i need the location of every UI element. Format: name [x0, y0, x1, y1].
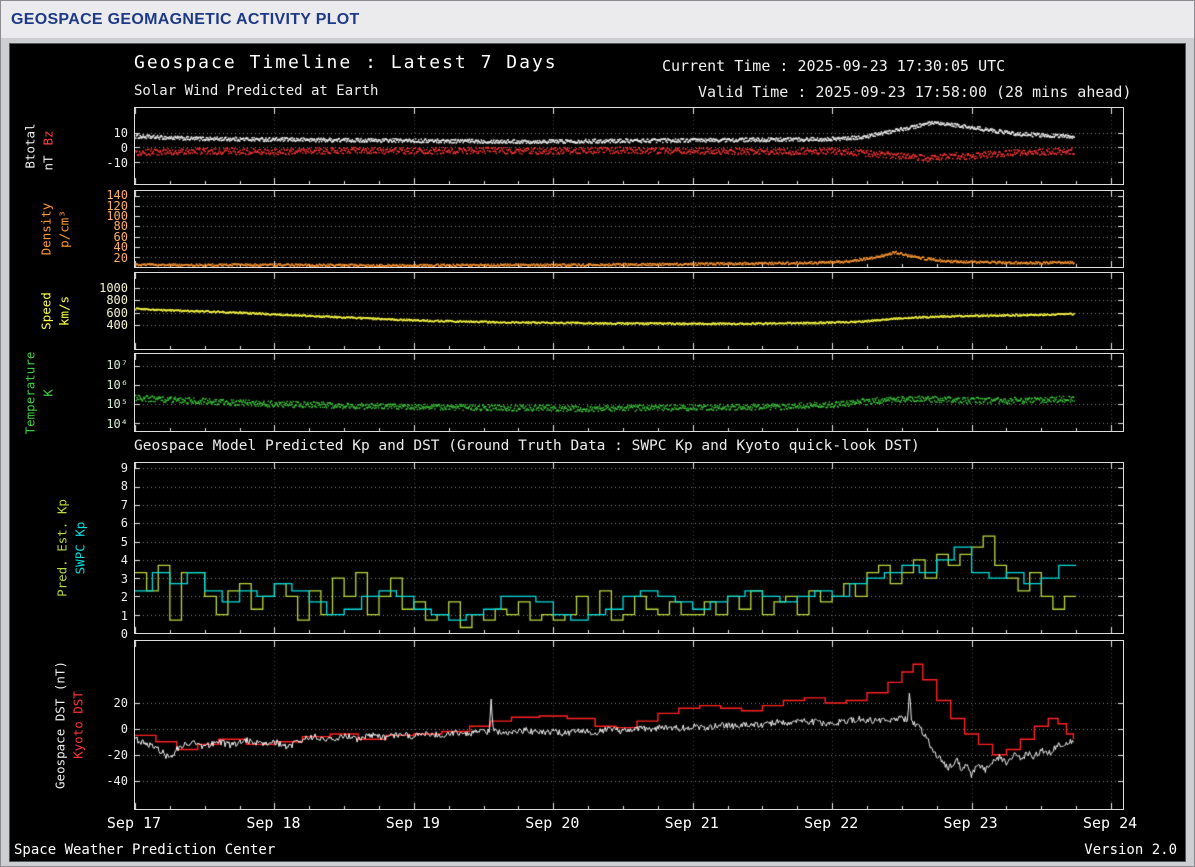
panel-speed	[134, 272, 1124, 350]
panel-imf-canvas	[135, 108, 1123, 184]
panel-dst-canvas	[135, 641, 1123, 809]
panel-dst	[134, 640, 1124, 810]
x-axis-label: Sep 23	[943, 814, 998, 832]
ytick-label-temp: 10⁵	[106, 397, 128, 412]
ylabel-text: Pred. Est. Kp	[54, 499, 70, 597]
ytick-label-imf: 10	[113, 125, 128, 140]
page-title: GEOSPACE GEOMAGNETIC ACTIVITY PLOT	[11, 11, 360, 28]
ylabel-text: Speed	[38, 292, 54, 330]
ytick-label-dst: 20	[113, 695, 128, 710]
ytick-label-dst: -40	[106, 774, 128, 789]
ytick-label-temp: 10⁶	[106, 377, 128, 392]
ytick-label-kp: 1	[120, 608, 128, 623]
chart-title: Geospace Timeline : Latest 7 Days	[134, 52, 558, 73]
panel-density	[134, 190, 1124, 268]
panel-imf	[134, 107, 1124, 185]
x-axis-label: Sep 17	[106, 814, 162, 832]
ytick-label-dst: -20	[106, 748, 128, 763]
x-axis-label: Sep 22	[804, 814, 859, 832]
ytick-label-kp: 2	[120, 590, 128, 604]
ytick-label-density: 20	[113, 250, 128, 265]
ytick-label-temp: 10⁷	[106, 357, 128, 372]
x-axis-label: Sep 20	[525, 814, 580, 832]
page-header: GEOSPACE GEOMAGNETIC ACTIVITY PLOT	[1, 1, 1194, 38]
ytick-label-kp: 9	[120, 460, 128, 475]
ylabel-text: Geospace DST (nT)	[52, 661, 68, 789]
panel-kp	[134, 462, 1124, 634]
ytick-label-speed: 400	[106, 318, 128, 333]
plot-container: Geospace Timeline : Latest 7 Days Curren…	[9, 43, 1186, 862]
page: GEOSPACE GEOMAGNETIC ACTIVITY PLOT Geosp…	[0, 0, 1195, 867]
ytick-label-imf: -10	[106, 155, 128, 170]
footer-agency-label: Space Weather Prediction Center	[14, 842, 276, 858]
ytick-label-temp: 10⁴	[106, 417, 128, 432]
ylabel-text: Temperature	[22, 351, 38, 434]
x-axis-label: Sep 19	[385, 814, 440, 832]
panel-density-canvas	[135, 191, 1123, 267]
panel-kp-canvas	[135, 463, 1123, 633]
ytick-label-kp: 0	[120, 627, 128, 641]
ylabel-text: Bz	[40, 130, 56, 146]
ylabel-text: Kyoto DST	[70, 691, 86, 759]
solar-wind-section-title: Solar Wind Predicted at Earth	[134, 83, 379, 99]
x-axis-label: Sep 24	[1082, 814, 1138, 832]
x-axis-label: Sep 21	[664, 814, 719, 832]
ytick-label-kp: 7	[120, 497, 128, 512]
x-axis-label: Sep 18	[246, 814, 301, 832]
ytick-label-kp: 8	[120, 479, 128, 494]
ylabel-text: km/s	[56, 295, 72, 327]
ylabel-text: SWPC Kp	[72, 521, 88, 575]
panel-speed-canvas	[135, 273, 1123, 349]
ylabel-text: Btotal	[22, 123, 38, 169]
ylabel-text: Density	[38, 202, 54, 256]
footer-version-label: Version 2.0	[1084, 842, 1177, 858]
panel-temp-canvas	[135, 354, 1123, 431]
ytick-label-imf: 0	[120, 140, 128, 155]
ytick-label-dst: 0	[120, 721, 128, 736]
model-section-title: Geospace Model Predicted Kp and DST (Gro…	[134, 438, 920, 454]
ylabel-text: p/cm³	[56, 210, 72, 248]
valid-time-label: Valid Time : 2025-09-23 17:58:00 (28 min…	[698, 83, 1132, 101]
ylabel-text: K	[40, 388, 56, 397]
current-time-label: Current Time : 2025-09-23 17:30:05 UTC	[662, 57, 1006, 75]
panel-temp	[134, 353, 1124, 432]
ylabel-text: nT	[40, 155, 56, 171]
